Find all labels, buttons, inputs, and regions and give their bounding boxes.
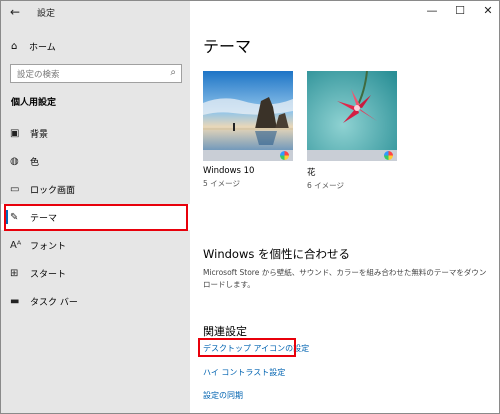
back-arrow-icon[interactable]: ← (7, 4, 23, 20)
sidebar-item-lock-screen[interactable]: ▭ ロック画面 (1, 176, 190, 202)
maximize-icon[interactable]: ☐ (452, 3, 468, 19)
picture-icon: ▣ (10, 127, 20, 139)
search-placeholder: 設定の検索 (17, 70, 60, 80)
sidebar-item-label: 背景 (30, 129, 49, 140)
page-title: テーマ (203, 37, 252, 56)
theme-image-count: 5 イメージ (203, 179, 241, 188)
sidebar-item-color[interactable]: ◍ 色 (1, 148, 190, 174)
taskbar-icon: ▬ (10, 295, 20, 307)
palette-icon: ◍ (10, 155, 19, 167)
personalize-heading: Windows を個性に合わせる (203, 247, 350, 261)
window-controls: — ☐ ✕ (190, 1, 500, 23)
sidebar-item-label: ロック画面 (30, 185, 76, 196)
theme-thumbnail (307, 71, 397, 161)
settings-window: ← 設定 ⌂ ホーム 設定の検索 ⌕ 個人用設定 ▣ 背景 ◍ 色 ▭ ロック画… (0, 0, 500, 414)
section-title: 個人用設定 (11, 98, 57, 108)
theme-name: Windows 10 (203, 166, 255, 176)
search-input[interactable]: 設定の検索 ⌕ (10, 64, 182, 83)
theme-image-count: 6 イメージ (307, 181, 345, 190)
home-label: ホーム (29, 42, 56, 53)
minimize-icon[interactable]: — (424, 3, 440, 19)
sidebar-item-background[interactable]: ▣ 背景 (1, 120, 190, 146)
sidebar-item-label: 色 (30, 157, 40, 168)
lock-screen-icon: ▭ (10, 183, 20, 195)
flower-image (307, 71, 397, 161)
personalize-description: Microsoft Store から壁紙、サウンド、カラーを組み合わせた無料のテ… (203, 268, 487, 289)
theme-card-flowers[interactable]: 花 6 イメージ (307, 71, 397, 191)
related-settings-heading: 関連設定 (203, 325, 247, 338)
beach-image (203, 71, 293, 161)
sidebar-item-start[interactable]: ⊞ スタート (1, 260, 190, 286)
sidebar-item-label: スタート (30, 269, 67, 280)
start-icon: ⊞ (10, 267, 19, 279)
high-contrast-settings-link[interactable]: ハイ コントラスト設定 (203, 367, 285, 378)
search-icon[interactable]: ⌕ (170, 67, 176, 78)
color-wheel-icon (280, 151, 289, 160)
title-bar: ← 設定 (1, 1, 190, 23)
sidebar-item-taskbar[interactable]: ▬ タスク バー (1, 288, 190, 314)
theme-name: 花 (307, 168, 316, 178)
sync-settings-link[interactable]: 設定の同期 (203, 390, 243, 401)
app-title: 設定 (37, 9, 56, 19)
sidebar-item-label: フォント (30, 241, 67, 252)
theme-highlight-box (4, 204, 188, 231)
home-icon: ⌂ (11, 40, 18, 52)
close-icon[interactable]: ✕ (480, 3, 496, 19)
color-wheel-icon (384, 151, 393, 160)
home-link[interactable]: ⌂ ホーム (11, 39, 56, 53)
sidebar-item-label: タスク バー (30, 297, 78, 308)
theme-thumbnail (203, 71, 293, 161)
font-icon: Aᴬ (10, 239, 22, 251)
sidebar-item-font[interactable]: Aᴬ フォント (1, 232, 190, 258)
desktop-icon-highlight-box (198, 338, 296, 357)
theme-card-windows10[interactable]: Windows 10 5 イメージ (203, 71, 293, 189)
